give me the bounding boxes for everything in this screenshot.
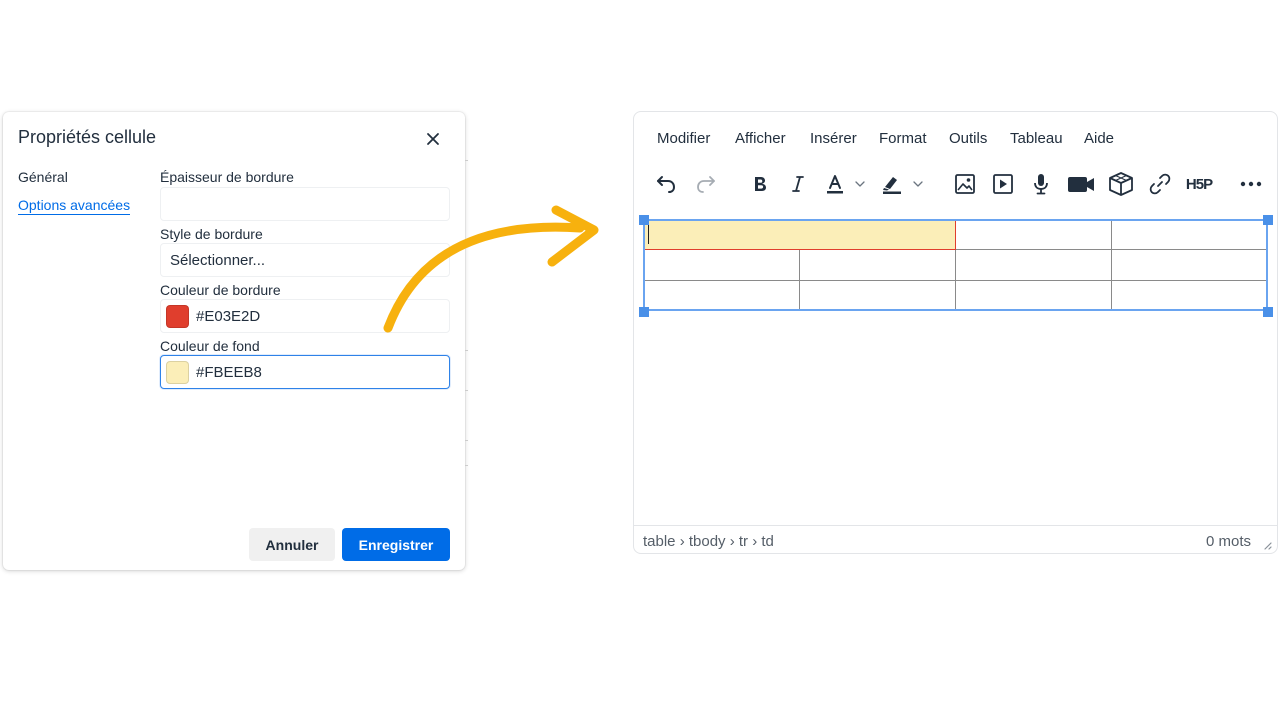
border-color-value: #E03E2D — [196, 307, 261, 325]
border-style-label: Style de bordure — [160, 226, 263, 242]
rich-text-editor: Modifier Afficher Insérer Format Outils … — [633, 111, 1278, 554]
italic-button[interactable] — [786, 170, 810, 198]
microphone-icon — [1034, 174, 1048, 195]
highlight-icon — [883, 177, 923, 194]
background-color-swatch[interactable] — [166, 360, 189, 384]
word-count[interactable]: 0 mots — [1206, 533, 1251, 550]
image-icon — [955, 174, 975, 194]
content-table[interactable] — [643, 218, 1268, 312]
table-cell[interactable] — [955, 218, 1112, 251]
more-icon — [1240, 181, 1262, 187]
menu-tableau[interactable]: Tableau — [1010, 130, 1063, 147]
text-color-icon — [827, 175, 865, 194]
menu-modifier[interactable]: Modifier — [657, 130, 710, 147]
menu-format[interactable]: Format — [879, 130, 927, 147]
redo-icon — [697, 176, 715, 193]
resize-handle-bottom-right[interactable] — [1263, 307, 1273, 317]
border-style-value: Sélectionner... — [170, 251, 266, 269]
menu-outils[interactable]: Outils — [949, 130, 987, 147]
insert-link-button[interactable] — [1148, 170, 1172, 198]
background-color-value: #FBEEB8 — [196, 363, 262, 381]
table-cell[interactable] — [643, 279, 800, 312]
resize-grip-icon[interactable] — [1262, 540, 1272, 550]
table-cell[interactable] — [643, 249, 800, 281]
undo-icon — [657, 176, 676, 193]
border-color-swatch[interactable] — [166, 304, 189, 328]
menu-inserer[interactable]: Insérer — [810, 130, 857, 147]
element-path[interactable]: table › tbody › tr › td — [643, 533, 774, 550]
table-cell-selected[interactable] — [643, 218, 956, 251]
close-icon — [427, 133, 439, 145]
table-cell[interactable] — [799, 249, 956, 281]
menu-afficher[interactable]: Afficher — [735, 130, 786, 147]
insert-image-button[interactable] — [952, 170, 978, 198]
table-row — [643, 279, 1268, 312]
h5p-button[interactable]: H5P — [1182, 170, 1216, 198]
h5p-label: H5P — [1185, 175, 1213, 193]
menu-aide[interactable]: Aide — [1084, 130, 1114, 147]
tab-general[interactable]: Général — [18, 169, 68, 185]
insert-3d-model-button[interactable] — [1106, 170, 1136, 198]
tab-advanced-options[interactable]: Options avancées — [18, 197, 131, 215]
text-color-button[interactable] — [824, 170, 870, 198]
record-audio-button[interactable] — [1030, 170, 1052, 198]
video-camera-icon — [1068, 177, 1094, 192]
table-row — [643, 218, 1268, 251]
save-button[interactable]: Enregistrer — [342, 528, 450, 561]
cell-properties-dialog: Propriétés cellule Général Options avanc… — [3, 112, 465, 570]
link-icon — [1149, 173, 1171, 195]
table-cell[interactable] — [955, 279, 1112, 312]
curved-arrow-icon — [383, 205, 599, 333]
table-cell[interactable] — [1111, 218, 1268, 251]
resize-handle-top-left[interactable] — [639, 215, 649, 225]
record-video-button[interactable] — [1066, 170, 1096, 198]
highlight-color-button[interactable] — [880, 170, 926, 198]
cube-icon — [1109, 172, 1133, 196]
table-row — [643, 249, 1268, 281]
redo-button[interactable] — [694, 170, 718, 198]
media-icon — [993, 174, 1013, 194]
insert-media-button[interactable] — [990, 170, 1016, 198]
border-color-label: Couleur de bordure — [160, 282, 281, 298]
statusbar: table › tbody › tr › td 0 mots — [634, 525, 1277, 554]
resize-handle-bottom-left[interactable] — [639, 307, 649, 317]
italic-icon — [792, 176, 804, 192]
background-line — [465, 465, 468, 466]
border-width-label: Épaisseur de bordure — [160, 169, 294, 185]
table-cell[interactable] — [955, 249, 1112, 281]
bold-icon — [755, 177, 766, 191]
table-cell[interactable] — [1111, 279, 1268, 312]
resize-handle-top-right[interactable] — [1263, 215, 1273, 225]
menubar: Modifier Afficher Insérer Format Outils … — [634, 130, 1277, 150]
bold-button[interactable] — [748, 170, 772, 198]
background-line — [465, 390, 468, 391]
background-line — [465, 160, 468, 161]
background-line — [465, 440, 468, 441]
cancel-button[interactable]: Annuler — [249, 528, 335, 561]
more-button[interactable] — [1238, 170, 1264, 198]
dialog-title: Propriétés cellule — [18, 127, 157, 147]
table-cell[interactable] — [799, 279, 956, 312]
close-button[interactable] — [423, 129, 443, 149]
background-line — [465, 350, 468, 351]
text-caret — [648, 224, 649, 244]
toolbar: H5P — [634, 170, 1277, 198]
background-color-label: Couleur de fond — [160, 338, 260, 354]
undo-button[interactable] — [654, 170, 678, 198]
background-color-input[interactable]: #FBEEB8 — [160, 355, 450, 389]
table-cell[interactable] — [1111, 249, 1268, 281]
editor-content[interactable] — [634, 212, 1277, 524]
